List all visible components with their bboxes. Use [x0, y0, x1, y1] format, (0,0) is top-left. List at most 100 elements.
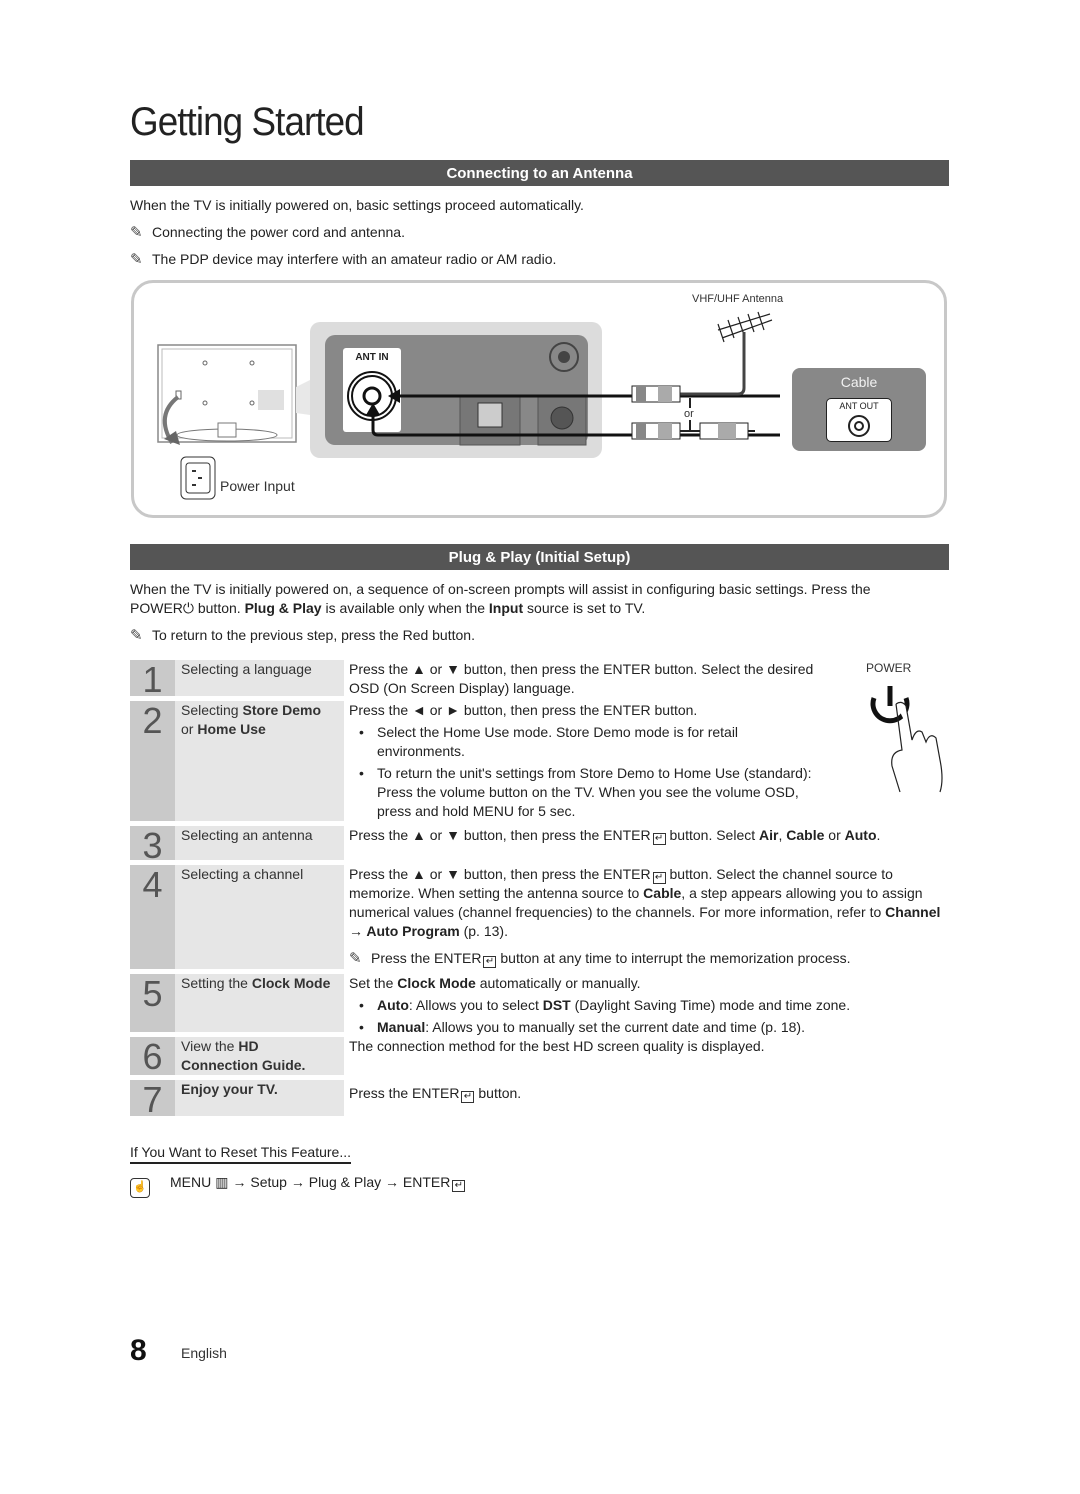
note-pencil-icon: ✎: [130, 224, 143, 241]
menu-step: MENU: [170, 1174, 212, 1190]
antenna-note-2: ✎ The PDP device may interfere with an am…: [130, 250, 556, 269]
antenna-intro: When the TV is initially powered on, bas…: [130, 197, 584, 213]
clock-mode-term: Clock Mode: [397, 975, 476, 991]
step-number: 2: [130, 701, 175, 821]
label-text: Selecting: [181, 702, 243, 718]
step-label: Setting the Clock Mode: [175, 974, 344, 1032]
step-number: 7: [130, 1080, 175, 1120]
page-number: 8: [130, 1334, 147, 1367]
bullet-item: To return the unit's settings from Store…: [349, 764, 819, 821]
step-row-2: 2 Selecting Store Demo or Home Use Press…: [130, 701, 950, 821]
step-label: Enjoy your TV.: [175, 1080, 344, 1116]
coax-port-icon: [848, 415, 870, 437]
bullet-item: Select the Home Use mode. Store Demo mod…: [349, 723, 819, 761]
label-text: Setting the: [181, 975, 252, 991]
desc-text: .: [876, 827, 881, 843]
note-pencil-icon: ✎: [130, 627, 143, 644]
plug-play-term: Plug & Play: [244, 600, 322, 616]
power-input-label: Power Input: [220, 478, 295, 494]
arrow: →: [232, 1174, 247, 1190]
step-label: Selecting an antenna: [175, 826, 344, 860]
reset-menu-path: ☝ MENU ▥ → Setup → Plug & Play → ENTER ↵: [130, 1174, 466, 1198]
step-number: 5: [130, 974, 175, 1032]
language-label: English: [181, 1345, 227, 1361]
reset-heading: If You Want to Reset This Feature...: [130, 1144, 352, 1164]
clock-mode-term: Clock Mode: [251, 975, 331, 991]
power-word: POWER: [130, 600, 183, 616]
step-description: Press the ENTER ↵ button.: [349, 1084, 949, 1103]
step-description: The connection method for the best HD sc…: [349, 1038, 765, 1054]
step-label: Selecting a channel: [175, 865, 344, 969]
auto-term: Auto: [377, 997, 409, 1013]
option-cable: Cable: [786, 827, 825, 843]
antenna-label: VHF/UHF Antenna: [692, 293, 784, 305]
hand-press-icon: ☝: [130, 1178, 150, 1198]
desc-text: button.: [474, 1085, 522, 1101]
home-use-term: Home Use: [197, 721, 266, 737]
option-air: Air: [759, 827, 779, 843]
step-number: 4: [130, 865, 175, 969]
menu-step: Plug & Play: [308, 1174, 382, 1190]
step-row-1: 1 Selecting a language Press the ▲ or ▼ …: [130, 660, 950, 700]
label-text: View the: [181, 1038, 239, 1054]
or-label: or: [684, 408, 694, 420]
section-heading-antenna: Connecting to an Antenna: [130, 160, 949, 186]
power-label: POWER: [866, 661, 912, 675]
bullet-item: Auto: Allows you to select DST (Daylight…: [349, 996, 949, 1015]
note-text: button at any time to interrupt the memo…: [496, 950, 851, 966]
bullet-text: : Allows you to select: [408, 997, 543, 1013]
note-pencil-icon: ✎: [130, 251, 143, 268]
enter-icon: ↵: [652, 872, 666, 884]
arrow: →: [290, 1174, 305, 1190]
intro-text: button.: [193, 600, 245, 616]
step-label: Selecting a language: [175, 660, 344, 696]
step-row-3: 3 Selecting an antenna Press the ▲ or ▼ …: [130, 826, 950, 866]
enter-icon: ↵: [461, 1091, 475, 1103]
section-heading-plug-play: Plug & Play (Initial Setup): [130, 544, 949, 570]
step-row-5: 5 Setting the Clock Mode Set the Clock M…: [130, 974, 950, 1035]
input-term: Input: [488, 600, 524, 616]
desc-text: automatically or manually.: [475, 975, 641, 991]
desc-text: Press the ▲ or ▼ button, then press the …: [349, 866, 651, 882]
step-row-4: 4 Selecting a channel Press the ▲ or ▼ b…: [130, 865, 950, 969]
note-text: Connecting the power cord and antenna.: [152, 224, 405, 240]
note-pencil-icon: ✎: [349, 950, 362, 967]
step-row-6: 6 View the HD Connection Guide. The conn…: [130, 1037, 950, 1077]
option-auto: Auto: [844, 827, 877, 843]
step-label: Selecting Store Demo or Home Use: [175, 701, 344, 821]
store-demo-term: Store Demo: [242, 702, 322, 718]
bullet-text: (Daylight Saving Time) mode and time zon…: [570, 997, 851, 1013]
manual-term: Manual: [377, 1019, 426, 1035]
enter-icon: ↵: [452, 1180, 466, 1192]
label-text: or: [181, 721, 198, 737]
desc-text: Set the: [349, 975, 398, 991]
intro-text: source is set to TV.: [523, 600, 646, 616]
note-text: Press the ENTER: [371, 950, 482, 966]
antenna-connectors: [631, 311, 773, 440]
menu-step: ENTER: [402, 1174, 451, 1190]
plug-play-note: ✎ To return to the previous step, press t…: [130, 626, 475, 645]
plug-play-intro: When the TV is initially powered on, a s…: [130, 580, 920, 618]
desc-text: or: [824, 827, 845, 843]
cable-term: Cable: [643, 885, 682, 901]
desc-line: Press the ◄ or ► button, then press the …: [349, 702, 698, 718]
bullet-text: : Allows you to manually set the current…: [425, 1019, 805, 1035]
step-description: Press the ▲ or ▼ button, then press the …: [349, 865, 949, 968]
desc-text: Press the ▲ or ▼ button, then press the …: [349, 827, 651, 843]
menu-grid-icon: ▥: [215, 1174, 229, 1190]
page-title: Getting Started: [130, 100, 365, 144]
cable-label: Cable: [840, 374, 878, 390]
menu-step: Setup: [250, 1174, 287, 1190]
step-description: Press the ◄ or ► button, then press the …: [349, 701, 819, 821]
power-icon: ⏻: [182, 600, 194, 616]
step-number: 1: [130, 660, 175, 700]
antenna-note-1: ✎ Connecting the power cord and antenna.: [130, 223, 405, 242]
intro-text: When the TV is initially powered on, a s…: [130, 581, 871, 597]
desc-text: button. Select: [665, 827, 760, 843]
step-label: View the HD Connection Guide.: [175, 1037, 344, 1075]
desc-text: (p. 13).: [459, 923, 508, 939]
dst-term: DST: [542, 997, 571, 1013]
power-button-hand-icon: [870, 686, 943, 793]
note-text: To return to the previous step, press th…: [152, 627, 475, 643]
bullet-item: Manual: Allows you to manually set the c…: [349, 1018, 949, 1037]
